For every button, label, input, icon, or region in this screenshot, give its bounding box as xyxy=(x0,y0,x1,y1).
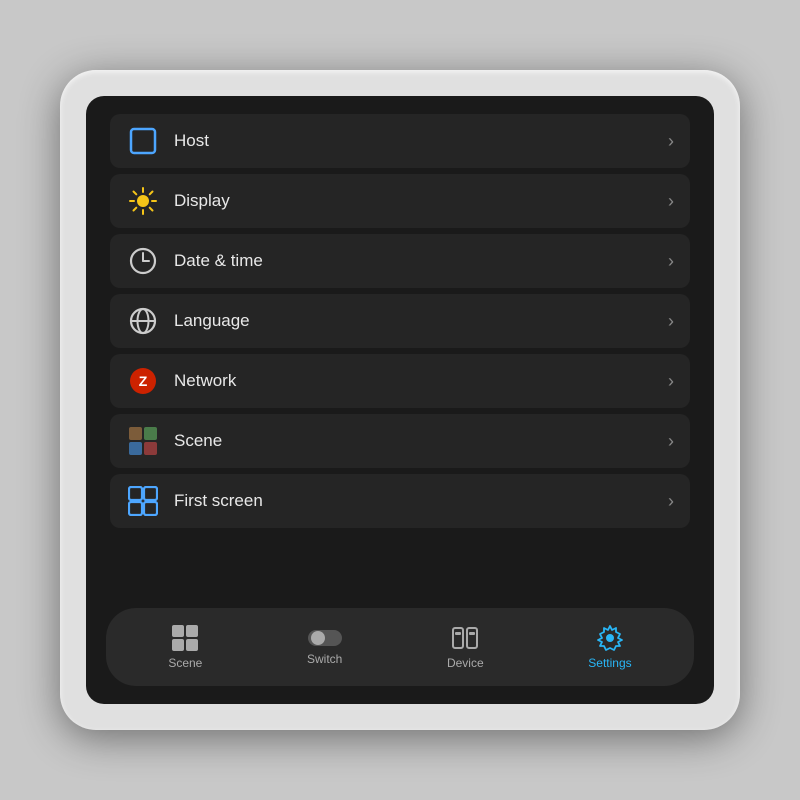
nav-label-device: Device xyxy=(447,656,484,670)
chevron-datetime-icon: › xyxy=(668,251,674,272)
menu-label-scene: Scene xyxy=(174,431,668,451)
nav-label-switch: Switch xyxy=(307,652,342,666)
chevron-display-icon: › xyxy=(668,191,674,212)
menu-list: Host › xyxy=(86,96,714,608)
nav-switch-icon xyxy=(308,628,342,648)
language-icon xyxy=(126,304,160,338)
menu-label-firstscreen: First screen xyxy=(174,491,668,511)
svg-text:Z: Z xyxy=(139,373,148,389)
nav-device-icon xyxy=(451,624,479,652)
device-screen: Host › xyxy=(86,96,714,704)
nav-scene-icon xyxy=(171,624,199,652)
nav-settings-icon xyxy=(596,624,624,652)
menu-label-language: Language xyxy=(174,311,668,331)
nav-label-scene: Scene xyxy=(168,656,202,670)
host-icon xyxy=(126,124,160,158)
menu-label-datetime: Date & time xyxy=(174,251,668,271)
firstscreen-icon xyxy=(126,484,160,518)
network-icon: Z xyxy=(126,364,160,398)
chevron-scene-icon: › xyxy=(668,431,674,452)
scene-icon xyxy=(126,424,160,458)
chevron-language-icon: › xyxy=(668,311,674,332)
nav-item-device[interactable]: Device xyxy=(429,618,502,676)
chevron-network-icon: › xyxy=(668,371,674,392)
chevron-firstscreen-icon: › xyxy=(668,491,674,512)
menu-item-datetime[interactable]: Date & time › xyxy=(110,234,690,288)
menu-item-host[interactable]: Host › xyxy=(110,114,690,168)
nav-item-settings[interactable]: Settings xyxy=(570,618,649,676)
menu-item-network[interactable]: Z Network › xyxy=(110,354,690,408)
menu-item-display[interactable]: Display › xyxy=(110,174,690,228)
menu-label-host: Host xyxy=(174,131,668,151)
menu-item-firstscreen[interactable]: First screen › xyxy=(110,474,690,528)
menu-label-display: Display xyxy=(174,191,668,211)
nav-item-scene[interactable]: Scene xyxy=(150,618,220,676)
bottom-nav: Scene Switch Device xyxy=(106,608,694,686)
menu-label-network: Network xyxy=(174,371,668,391)
clock-icon xyxy=(126,244,160,278)
nav-label-settings: Settings xyxy=(588,656,631,670)
nav-item-switch[interactable]: Switch xyxy=(289,622,360,672)
menu-item-language[interactable]: Language › xyxy=(110,294,690,348)
menu-item-scene[interactable]: Scene › xyxy=(110,414,690,468)
chevron-host-icon: › xyxy=(668,131,674,152)
sun-icon xyxy=(126,184,160,218)
device-outer: Host › xyxy=(60,70,740,730)
